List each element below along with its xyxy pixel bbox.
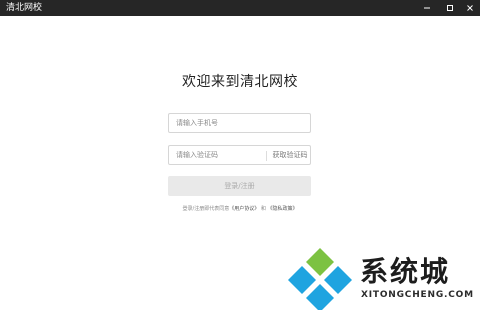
title-bar: 清北网校 xyxy=(0,0,480,16)
user-agreement-link[interactable]: 《用户协议》 xyxy=(229,206,259,212)
minimize-icon xyxy=(424,7,430,9)
code-field[interactable]: 获取验证码 xyxy=(168,145,311,165)
watermark-text: 系统城 xyxy=(360,255,451,288)
logo-diamond-top xyxy=(306,248,334,276)
phone-input[interactable] xyxy=(169,114,310,132)
field-divider xyxy=(266,151,267,161)
code-input[interactable] xyxy=(169,146,265,164)
privacy-policy-link[interactable]: 《隐私政策》 xyxy=(267,206,297,212)
agreement-conjunction: 和 xyxy=(260,206,266,212)
close-button[interactable] xyxy=(460,0,480,16)
logo-diamond-bottom xyxy=(306,284,334,310)
agreement-prefix: 登录/注册即代表同意 xyxy=(182,206,230,212)
window-title: 清北网校 xyxy=(6,3,43,13)
get-code-button[interactable]: 获取验证码 xyxy=(269,146,311,164)
watermark-logo xyxy=(288,248,352,310)
minimize-button[interactable] xyxy=(417,0,437,16)
close-icon xyxy=(467,5,473,11)
logo-diamond-right xyxy=(324,266,352,294)
watermark-url: XITONGCHENG.COM xyxy=(361,290,474,300)
maximize-icon xyxy=(447,5,453,11)
logo-diamond-left xyxy=(288,266,316,294)
agreement-text: 登录/注册即代表同意《用户协议》 和 《隐私政策》 xyxy=(0,205,480,212)
login-button[interactable]: 登录/注册 xyxy=(168,176,311,196)
maximize-button[interactable] xyxy=(440,0,460,16)
welcome-heading: 欢迎来到清北网校 xyxy=(182,74,298,90)
phone-field[interactable] xyxy=(168,113,311,133)
